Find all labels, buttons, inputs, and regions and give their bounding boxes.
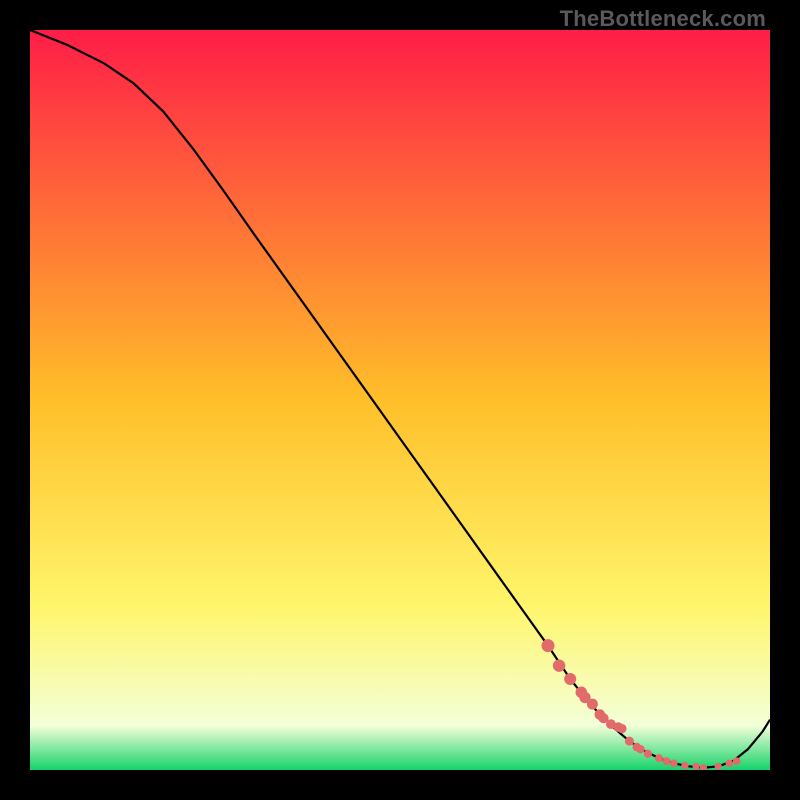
marker-point	[715, 763, 722, 770]
marker-point	[681, 762, 688, 769]
marker-point	[625, 737, 634, 746]
marker-point	[644, 750, 652, 758]
marker-point	[564, 673, 576, 685]
marker-point	[587, 699, 598, 710]
marker-point	[663, 757, 671, 765]
marker-point	[655, 754, 663, 762]
marker-point	[692, 763, 699, 770]
marker-point	[670, 760, 678, 768]
marker-point	[617, 724, 626, 733]
watermark-text: TheBottleneck.com	[560, 6, 766, 32]
chart-frame: TheBottleneck.com	[0, 0, 800, 800]
chart-background	[30, 30, 770, 770]
marker-point	[733, 757, 741, 765]
marker-point	[726, 760, 733, 767]
chart-plot-area	[30, 30, 770, 770]
marker-point	[542, 639, 555, 652]
marker-point	[553, 659, 565, 671]
marker-point	[636, 745, 644, 753]
chart-svg	[30, 30, 770, 770]
